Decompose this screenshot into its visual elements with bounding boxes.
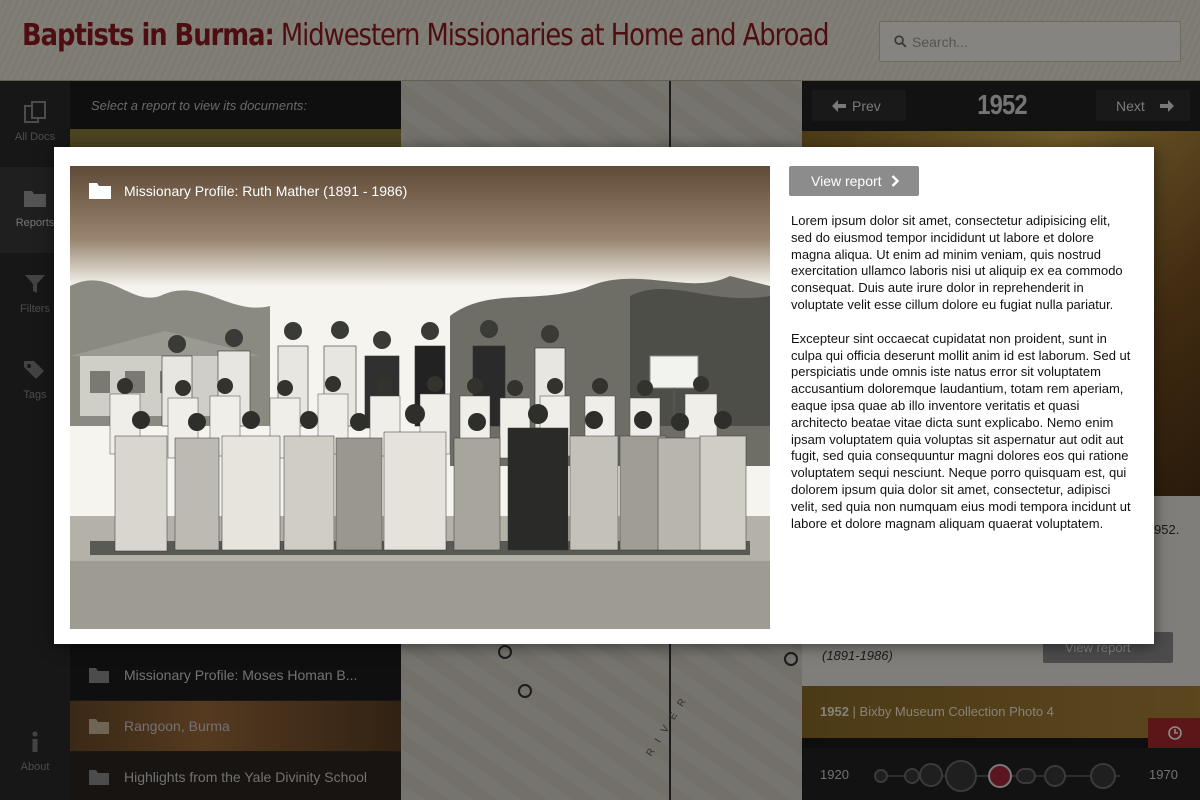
report-photo-title: Missionary Profile: Ruth Mather (1891 - …	[124, 183, 408, 199]
group-photo-image	[70, 166, 770, 629]
chevron-right-icon	[891, 175, 899, 187]
report-paragraph: Lorem ipsum dolor sit amet, consectetur …	[791, 213, 1123, 312]
report-description: Lorem ipsum dolor sit amet, consectetur …	[791, 213, 1133, 549]
report-modal: Missionary Profile: Ruth Mather (1891 - …	[54, 147, 1154, 644]
report-photo[interactable]: Missionary Profile: Ruth Mather (1891 - …	[70, 166, 770, 629]
folder-icon	[89, 183, 111, 199]
report-paragraph: Excepteur sint occaecat cupidatat non pr…	[791, 330, 1131, 531]
view-report-button[interactable]: View report	[789, 166, 919, 196]
view-report-label: View report	[811, 173, 882, 189]
